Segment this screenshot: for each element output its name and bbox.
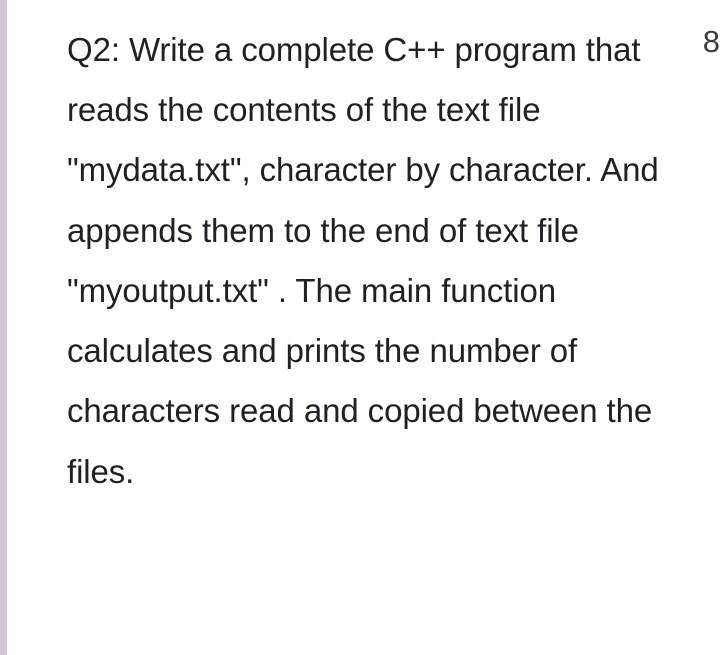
question-body: Q2: Write a complete C++ program that re… — [67, 20, 662, 502]
corner-marker: 8 — [703, 24, 720, 60]
accent-border — [0, 0, 7, 655]
question-container: 8 Q2: Write a complete C++ program that … — [7, 0, 720, 655]
